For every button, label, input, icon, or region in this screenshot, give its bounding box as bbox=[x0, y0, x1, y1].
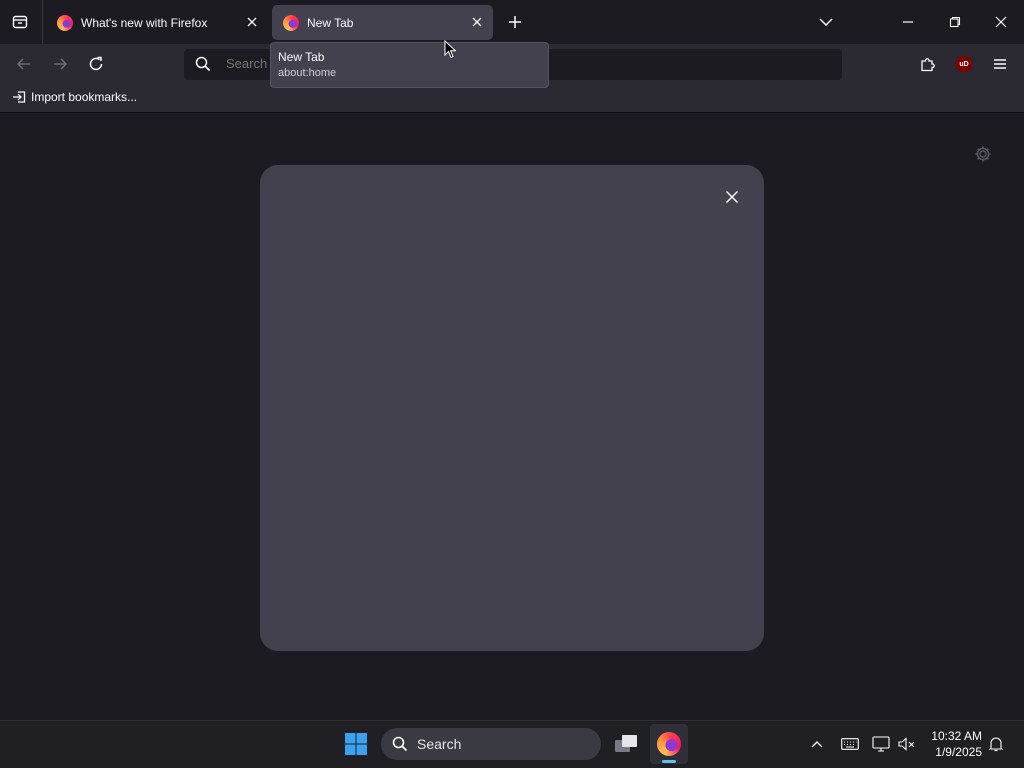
search-icon bbox=[392, 736, 408, 752]
bell-icon bbox=[988, 737, 1004, 752]
windows-logo-icon bbox=[345, 733, 367, 755]
extensions-button[interactable] bbox=[914, 50, 942, 78]
minimize-icon bbox=[903, 21, 913, 23]
clock-time: 10:32 AM bbox=[931, 729, 982, 743]
volume-button[interactable] bbox=[896, 733, 918, 755]
import-icon bbox=[13, 91, 26, 103]
forward-button[interactable] bbox=[46, 50, 74, 78]
puzzle-piece-icon bbox=[921, 58, 935, 72]
restore-icon bbox=[949, 16, 961, 28]
clock-date: 1/9/2025 bbox=[935, 745, 982, 759]
firefox-favicon-icon bbox=[57, 14, 73, 31]
task-view-icon bbox=[615, 735, 637, 752]
firefox-view-button[interactable] bbox=[6, 8, 34, 36]
show-hidden-icons-button[interactable] bbox=[806, 733, 828, 755]
taskbar-firefox-button[interactable] bbox=[650, 724, 688, 764]
network-icon bbox=[872, 736, 890, 752]
firefox-view-icon bbox=[12, 15, 28, 29]
app-menu-button[interactable] bbox=[986, 50, 1014, 78]
back-button[interactable] bbox=[10, 50, 38, 78]
close-icon bbox=[725, 190, 739, 204]
ublock-shield-icon: uD bbox=[956, 56, 972, 72]
chevron-up-icon bbox=[811, 741, 823, 748]
running-indicator bbox=[662, 760, 676, 763]
chevron-down-icon bbox=[819, 18, 833, 27]
close-icon bbox=[995, 16, 1007, 28]
tooltip-url: about:home bbox=[278, 67, 337, 79]
restore-button[interactable] bbox=[941, 8, 969, 36]
close-tab-button[interactable] bbox=[469, 14, 485, 30]
tab-title: What's new with Firefox bbox=[81, 15, 208, 30]
import-bookmarks-button[interactable]: Import bookmarks... bbox=[12, 90, 137, 104]
firefox-favicon-icon bbox=[283, 14, 299, 31]
firefox-icon bbox=[657, 732, 681, 756]
tab-tooltip: New Tab about:home bbox=[270, 42, 549, 88]
minimize-button[interactable] bbox=[894, 8, 922, 36]
network-button[interactable] bbox=[870, 733, 892, 755]
tooltip-title: New Tab bbox=[278, 50, 325, 64]
notifications-button[interactable] bbox=[985, 733, 1007, 755]
close-tab-button[interactable] bbox=[244, 14, 260, 30]
keyboard-icon bbox=[841, 738, 859, 750]
plus-icon bbox=[509, 16, 521, 28]
dialog-close-button[interactable] bbox=[720, 185, 744, 209]
tab-new-tab[interactable]: New Tab bbox=[272, 5, 493, 40]
taskbar-search-label: Search bbox=[417, 736, 462, 752]
tab-title: New Tab bbox=[307, 15, 354, 30]
customize-new-tab-button[interactable] bbox=[972, 143, 994, 165]
reload-button[interactable] bbox=[82, 50, 110, 78]
mouse-cursor-icon bbox=[444, 40, 456, 59]
close-window-button[interactable] bbox=[987, 8, 1015, 36]
import-bookmarks-label: Import bookmarks... bbox=[31, 90, 138, 104]
bookmarks-toolbar: Import bookmarks... bbox=[0, 84, 1024, 113]
start-button[interactable] bbox=[341, 729, 371, 759]
volume-muted-icon bbox=[898, 737, 915, 751]
list-all-tabs-button[interactable] bbox=[812, 8, 840, 36]
close-icon bbox=[472, 17, 482, 27]
taskbar-search-box[interactable]: Search bbox=[381, 728, 601, 760]
tab-separator bbox=[42, 0, 43, 44]
tab-whats-new[interactable]: What's new with Firefox bbox=[46, 5, 268, 40]
arrow-right-icon bbox=[54, 58, 68, 70]
system-clock[interactable]: 10:32 AM 1/9/2025 bbox=[920, 728, 982, 760]
hamburger-menu-icon bbox=[994, 59, 1006, 69]
welcome-dialog bbox=[260, 165, 764, 651]
new-tab-button[interactable] bbox=[503, 10, 527, 34]
arrow-left-icon bbox=[16, 58, 30, 70]
gear-icon bbox=[975, 146, 991, 162]
touch-keyboard-button[interactable] bbox=[839, 733, 861, 755]
ublock-origin-button[interactable]: uD bbox=[950, 50, 978, 78]
task-view-button[interactable] bbox=[610, 728, 642, 760]
reload-icon bbox=[89, 56, 103, 71]
search-icon bbox=[195, 56, 211, 72]
close-icon bbox=[247, 17, 257, 27]
